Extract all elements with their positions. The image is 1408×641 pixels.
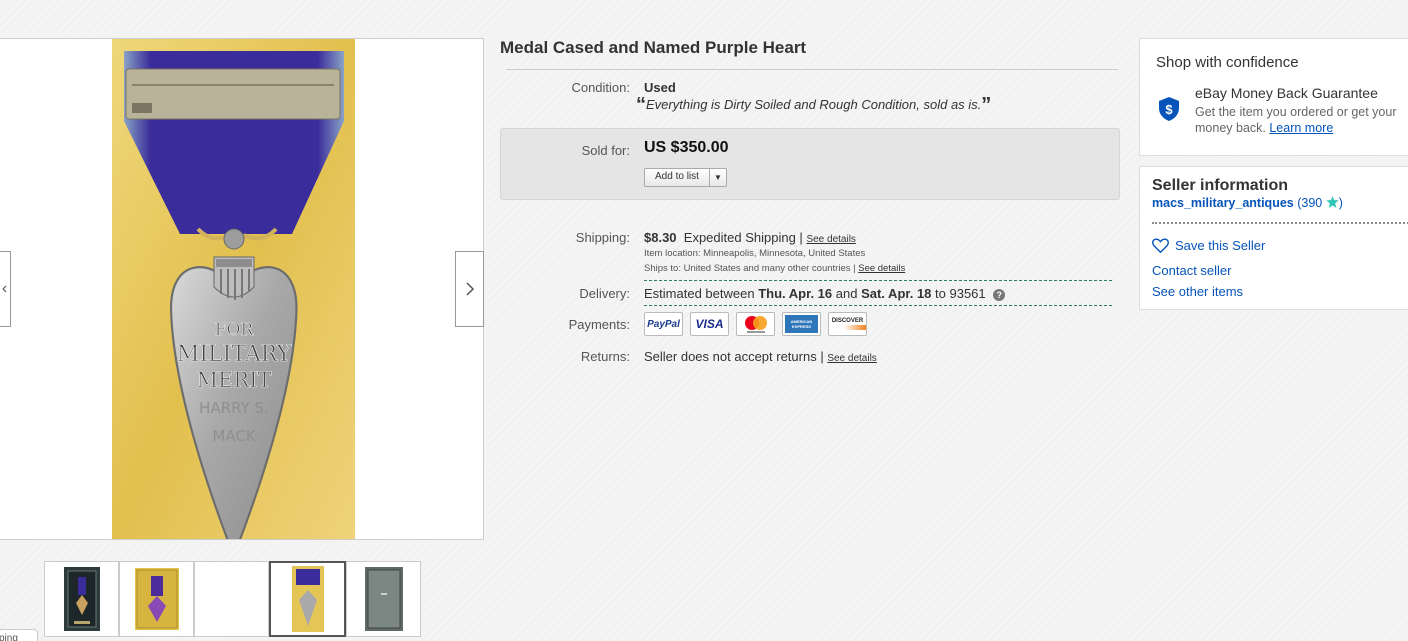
payments-label: Payments: xyxy=(568,317,630,332)
amex-icon: AMERICAN EXPRESS xyxy=(782,312,821,336)
image-viewer: FOR MILITARY MERIT HARRY S. MACK ‹ xyxy=(0,38,484,540)
thumbnail-3[interactable] xyxy=(194,561,269,637)
add-to-list-button[interactable]: Add to list xyxy=(645,169,710,186)
see-other-items-link[interactable]: See other items xyxy=(1152,284,1243,299)
feedback-score[interactable]: (390 ) xyxy=(1297,196,1343,210)
sold-price: US $350.00 xyxy=(644,139,729,156)
medal-engraved-name1: HARRY S. xyxy=(199,399,269,417)
delivery-start-date: Thu. Apr. 16 xyxy=(758,286,833,301)
add-to-list-dropdown[interactable]: ▼ xyxy=(710,169,726,186)
thumbnail-2[interactable] xyxy=(119,561,194,637)
chevron-right-icon xyxy=(465,282,474,296)
title-divider xyxy=(506,69,1118,70)
contact-seller-link[interactable]: Contact seller xyxy=(1152,263,1231,278)
shipping-method: Expedited Shipping | xyxy=(683,230,803,245)
add-to-list-control: Add to list ▼ xyxy=(644,168,727,187)
next-image-button[interactable] xyxy=(455,251,484,327)
seller-info-title: Seller information xyxy=(1152,177,1289,194)
seller-divider xyxy=(1152,222,1408,224)
condition-label: Condition: xyxy=(571,80,630,95)
shipping-divider xyxy=(644,280,1112,281)
medal-text-line2: MILITARY xyxy=(177,342,292,367)
visa-icon: VISA xyxy=(690,312,729,336)
condition-description: “Everything is Dirty Soiled and Rough Co… xyxy=(636,94,991,117)
paypal-icon: PayPal xyxy=(644,312,683,336)
star-icon xyxy=(1325,196,1339,208)
delivery-end-date: Sat. Apr. 18 xyxy=(861,286,932,301)
heart-icon xyxy=(1152,238,1169,253)
shop-with-confidence-panel: Shop with confidence $ eBay Money Back G… xyxy=(1139,38,1408,156)
close-quote: ” xyxy=(981,94,992,116)
thumbnail-1[interactable] xyxy=(44,561,119,637)
help-icon[interactable]: ? xyxy=(993,289,1006,301)
condition-value: Used xyxy=(644,80,676,95)
delivery-label: Delivery: xyxy=(579,286,630,301)
ships-to: Ships to: United States and many other c… xyxy=(644,263,905,274)
mastercard-icon xyxy=(736,312,775,336)
amex-text: AMERICAN EXPRESS xyxy=(790,319,813,329)
seller-identity: macs_military_antiques (390 ) xyxy=(1152,196,1343,210)
delivery-estimate: Estimated between Thu. Apr. 16 and Sat. … xyxy=(644,286,1006,301)
save-seller-button[interactable]: Save this Seller xyxy=(1152,238,1265,253)
feedback-count: (390 xyxy=(1297,196,1323,210)
bottom-tab[interactable]: ping xyxy=(0,629,38,641)
shield-dollar-icon: $ xyxy=(1159,97,1179,121)
previous-image-button[interactable]: ‹ xyxy=(0,251,11,327)
main-item-image[interactable]: FOR MILITARY MERIT HARRY S. MACK xyxy=(112,39,355,539)
shipping-cost: $8.30 xyxy=(644,230,677,245)
visa-text: VISA xyxy=(695,317,724,331)
chevron-left-icon: ‹ xyxy=(1,280,8,297)
delivery-prefix: Estimated between xyxy=(644,286,755,301)
confidence-title: Shop with confidence xyxy=(1156,54,1299,71)
delivery-zip: to 93561 xyxy=(935,286,986,301)
thumbnail-4-selected[interactable] xyxy=(269,561,346,637)
thumbnail-strip xyxy=(44,561,421,637)
seller-information-panel: Seller information macs_military_antique… xyxy=(1139,166,1408,310)
ships-to-details-link[interactable]: See details xyxy=(858,263,905,274)
shipping-details-link[interactable]: See details xyxy=(806,234,855,245)
bottom-tab-label: ping xyxy=(0,633,18,641)
discover-icon: DISCOVER xyxy=(828,312,867,336)
item-location: Item location: Minneapolis, Minnesota, U… xyxy=(644,248,866,259)
discover-text: DISCOVER xyxy=(831,318,864,324)
sold-for-label: Sold for: xyxy=(581,143,630,158)
condition-description-text: Everything is Dirty Soiled and Rough Con… xyxy=(646,97,982,112)
ships-to-text: Ships to: United States and many other c… xyxy=(644,263,856,274)
guarantee-description: Get the item you ordered or get your mon… xyxy=(1195,104,1408,136)
svg-text:$: $ xyxy=(1165,102,1173,117)
seller-name-link[interactable]: macs_military_antiques xyxy=(1152,196,1294,210)
feedback-close: ) xyxy=(1338,196,1343,210)
returns-label: Returns: xyxy=(580,349,630,364)
caret-down-icon: ▼ xyxy=(713,173,722,182)
returns-details-link[interactable]: See details xyxy=(827,353,876,364)
paypal-text: PayPal xyxy=(647,318,680,330)
medal-engraved-name2: MACK xyxy=(212,427,256,445)
open-quote: “ xyxy=(636,94,646,116)
returns-policy: Seller does not accept returns | See det… xyxy=(644,349,877,364)
returns-text: Seller does not accept returns | xyxy=(644,349,824,364)
price-box xyxy=(500,128,1120,200)
shipping-summary: $8.30 Expedited Shipping | See details xyxy=(644,230,856,245)
delivery-and: and xyxy=(835,286,858,301)
shipping-label: Shipping: xyxy=(575,230,630,245)
medal-text-line1: FOR xyxy=(215,320,255,340)
payment-methods: PayPal VISA AMERICAN EXPRESS DISCOVER xyxy=(644,312,867,336)
guarantee-title: eBay Money Back Guarantee xyxy=(1195,85,1378,101)
learn-more-link[interactable]: Learn more xyxy=(1269,121,1333,135)
item-title: Medal Cased and Named Purple Heart xyxy=(500,38,807,57)
save-seller-label: Save this Seller xyxy=(1175,238,1266,253)
medal-text-line3: MERIT xyxy=(197,368,272,392)
thumbnail-5[interactable] xyxy=(346,561,421,637)
delivery-divider xyxy=(644,305,1112,306)
